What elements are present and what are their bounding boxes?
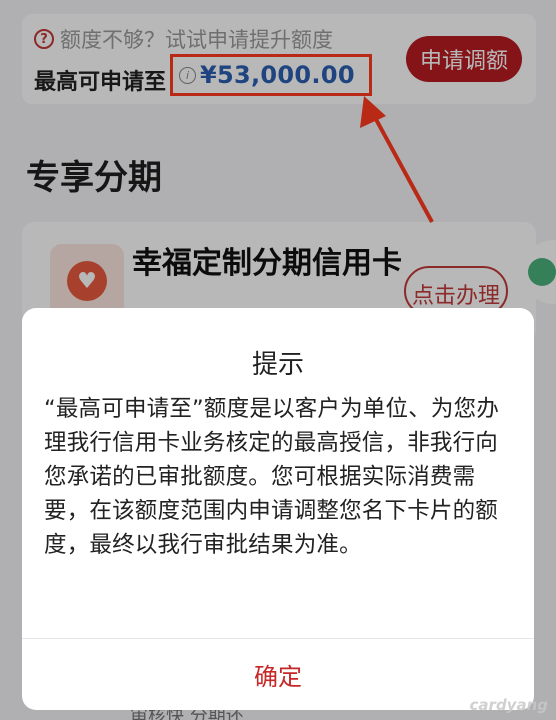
confirm-button[interactable]: 确定 bbox=[22, 639, 534, 710]
dialog-body: “最高可申请至”额度是以客户为单位、为您办理我行信用卡业务核定的最高授信，非我行… bbox=[44, 396, 500, 558]
dialog-title: 提示 bbox=[251, 350, 304, 380]
watermark: cardyang bbox=[469, 696, 548, 714]
tip-dialog: 提示 “最高可申请至”额度是以客户为单位、为您办理我行信用卡业务核定的最高授信，… bbox=[22, 308, 534, 710]
